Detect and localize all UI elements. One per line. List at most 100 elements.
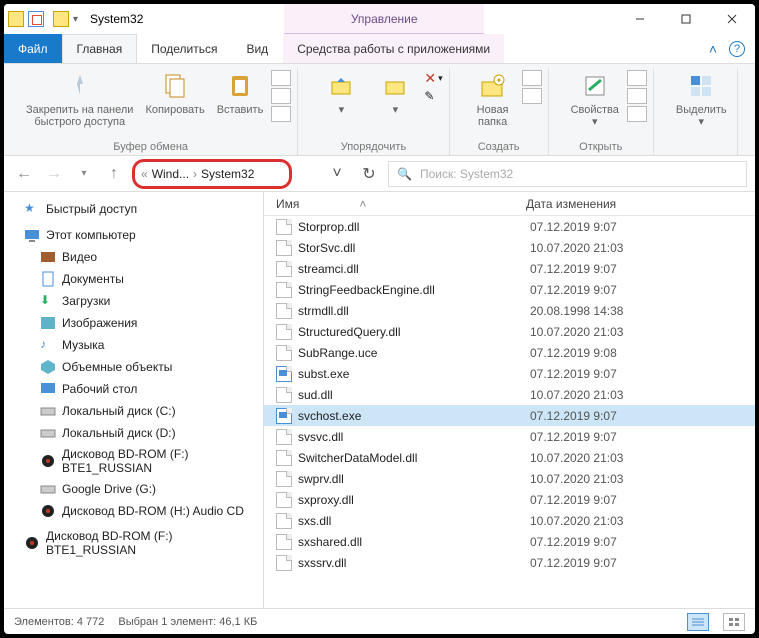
nav-desktop[interactable]: Рабочий стол (4, 378, 263, 400)
new-folder-button[interactable]: ✦ Новая папка (468, 68, 518, 130)
view-details-button[interactable] (687, 613, 709, 631)
file-icon (276, 408, 292, 424)
file-date: 07.12.2019 9:07 (530, 367, 755, 381)
file-date: 10.07.2020 21:03 (530, 325, 755, 339)
recent-dropdown[interactable]: ▾ (72, 162, 96, 186)
copy-to-button[interactable]: ▾ (370, 68, 420, 118)
file-menu[interactable]: Файл (4, 34, 62, 63)
paste-options[interactable] (271, 68, 291, 122)
nav-bdrom-f2[interactable]: Дисковод BD-ROM (F:) BTE1_RUSSIAN (4, 526, 263, 560)
file-row[interactable]: StorSvc.dll10.07.2020 21:03 (264, 237, 755, 258)
close-button[interactable] (709, 4, 755, 34)
explorer-window: ▾ System32 Управление Файл Главная Подел… (0, 0, 759, 638)
ribbon-tabs: Файл Главная Поделиться Вид Средства раб… (4, 34, 755, 64)
group-organize-label: Упорядочить (341, 139, 406, 155)
file-row[interactable]: svsvc.dll07.12.2019 9:07 (264, 426, 755, 447)
address-dropdown[interactable]: ˅ (324, 161, 350, 187)
file-row[interactable]: SubRange.uce07.12.2019 9:08 (264, 342, 755, 363)
navigation-pane[interactable]: ★Быстрый доступ Этот компьютер Видео Док… (4, 192, 264, 608)
file-icon (276, 219, 292, 235)
nav-quick-access[interactable]: ★Быстрый доступ (4, 198, 263, 220)
nav-bdrom-h[interactable]: Дисковод BD-ROM (H:) Audio CD (4, 500, 263, 522)
nav-3d-objects[interactable]: Объемные объекты (4, 356, 263, 378)
file-row[interactable]: sxproxy.dll07.12.2019 9:07 (264, 489, 755, 510)
file-row[interactable]: SwitcherDataModel.dll10.07.2020 21:03 (264, 447, 755, 468)
back-button[interactable]: ← (12, 162, 36, 186)
select-button[interactable]: Выделить▾ (672, 68, 731, 130)
file-list[interactable]: Storprop.dll07.12.2019 9:07StorSvc.dll10… (264, 216, 755, 608)
file-row[interactable]: strmdll.dll20.08.1998 14:38 (264, 300, 755, 321)
view-icons-button[interactable] (723, 613, 745, 631)
forward-button[interactable]: → (42, 162, 66, 186)
nav-documents[interactable]: Документы (4, 268, 263, 290)
search-placeholder: Поиск: System32 (420, 167, 513, 181)
minimize-button[interactable] (617, 4, 663, 34)
ribbon-collapse-icon[interactable]: ˄ (709, 41, 717, 57)
file-row[interactable]: sxshared.dll07.12.2019 9:07 (264, 531, 755, 552)
status-count-label: Элементов: (14, 616, 74, 628)
properties-button[interactable]: Свойства▾ (567, 68, 623, 130)
status-count: 4 772 (77, 616, 105, 628)
file-icon (276, 345, 292, 361)
file-name: Storprop.dll (298, 220, 530, 234)
refresh-button[interactable]: ↻ (356, 161, 382, 187)
file-date: 07.12.2019 9:07 (530, 262, 755, 276)
nav-drive-d[interactable]: Локальный диск (D:) (4, 422, 263, 444)
nav-bdrom-f[interactable]: Дисковод BD-ROM (F:) BTE1_RUSSIAN (4, 444, 263, 478)
file-row[interactable]: sxssrv.dll07.12.2019 9:07 (264, 552, 755, 573)
nav-pictures[interactable]: Изображения (4, 312, 263, 334)
search-input[interactable]: 🔍 Поиск: System32 (388, 161, 747, 187)
ribbon: Закрепить на панели быстрого доступа Коп… (4, 64, 755, 156)
status-bar: Элементов: 4 772 Выбран 1 элемент: 46,1 … (4, 608, 755, 634)
pin-button[interactable]: Закрепить на панели быстрого доступа (22, 68, 137, 130)
breadcrumb-segment[interactable]: System32 (201, 167, 254, 181)
file-name: sxs.dll (298, 514, 530, 528)
nav-video[interactable]: Видео (4, 246, 263, 268)
qat-dropdown-icon[interactable]: ▾ (73, 14, 78, 25)
paste-button[interactable]: Вставить (213, 68, 268, 118)
nav-downloads[interactable]: ⬇Загрузки (4, 290, 263, 312)
nav-drive-c[interactable]: Локальный диск (C:) (4, 400, 263, 422)
rename-icon[interactable]: ✎ (424, 89, 434, 103)
column-headers[interactable]: Имя˄ Дата изменения (264, 192, 755, 216)
nav-this-pc[interactable]: Этот компьютер (4, 224, 263, 246)
file-row[interactable]: StringFeedbackEngine.dll07.12.2019 9:07 (264, 279, 755, 300)
new-item-options[interactable] (522, 68, 542, 104)
file-row[interactable]: streamci.dll07.12.2019 9:07 (264, 258, 755, 279)
open-options[interactable] (627, 68, 647, 122)
file-icon (276, 387, 292, 403)
file-icon (276, 303, 292, 319)
file-row[interactable]: Storprop.dll07.12.2019 9:07 (264, 216, 755, 237)
maximize-button[interactable] (663, 4, 709, 34)
file-row[interactable]: svchost.exe07.12.2019 9:07 (264, 405, 755, 426)
copy-button[interactable]: Копировать (141, 68, 208, 118)
nav-music[interactable]: ♪Музыка (4, 334, 263, 356)
tab-view[interactable]: Вид (232, 34, 283, 63)
file-row[interactable]: swprv.dll10.07.2020 21:03 (264, 468, 755, 489)
file-row[interactable]: subst.exe07.12.2019 9:07 (264, 363, 755, 384)
file-date: 20.08.1998 14:38 (530, 304, 755, 318)
file-row[interactable]: sud.dll10.07.2020 21:03 (264, 384, 755, 405)
help-icon[interactable]: ? (729, 41, 745, 57)
move-to-button[interactable]: ▾ (316, 68, 366, 118)
navigation-bar: ← → ▾ ↑ « Wind... › System32 ˅ ↻ 🔍 Поиск… (4, 156, 755, 192)
up-button[interactable]: ↑ (102, 162, 126, 186)
tab-home[interactable]: Главная (62, 34, 138, 63)
file-row[interactable]: StructuredQuery.dll10.07.2020 21:03 (264, 321, 755, 342)
file-date: 07.12.2019 9:07 (530, 535, 755, 549)
folder-icon (8, 11, 24, 27)
folder-icon (53, 11, 69, 27)
file-icon (276, 534, 292, 550)
breadcrumb-segment[interactable]: Wind... (152, 167, 189, 181)
column-modified[interactable]: Дата изменения (514, 197, 755, 211)
delete-icon[interactable]: ✕ (424, 70, 436, 87)
tab-share[interactable]: Поделиться (137, 34, 232, 63)
tab-apptools[interactable]: Средства работы с приложениями (283, 34, 504, 63)
column-name[interactable]: Имя (276, 197, 299, 211)
nav-gdrive[interactable]: Google Drive (G:) (4, 478, 263, 500)
address-bar[interactable]: « Wind... › System32 (132, 159, 292, 189)
group-clipboard-label: Буфер обмена (113, 139, 188, 155)
file-name: SubRange.uce (298, 346, 530, 360)
qat-item[interactable] (28, 11, 44, 27)
file-row[interactable]: sxs.dll10.07.2020 21:03 (264, 510, 755, 531)
